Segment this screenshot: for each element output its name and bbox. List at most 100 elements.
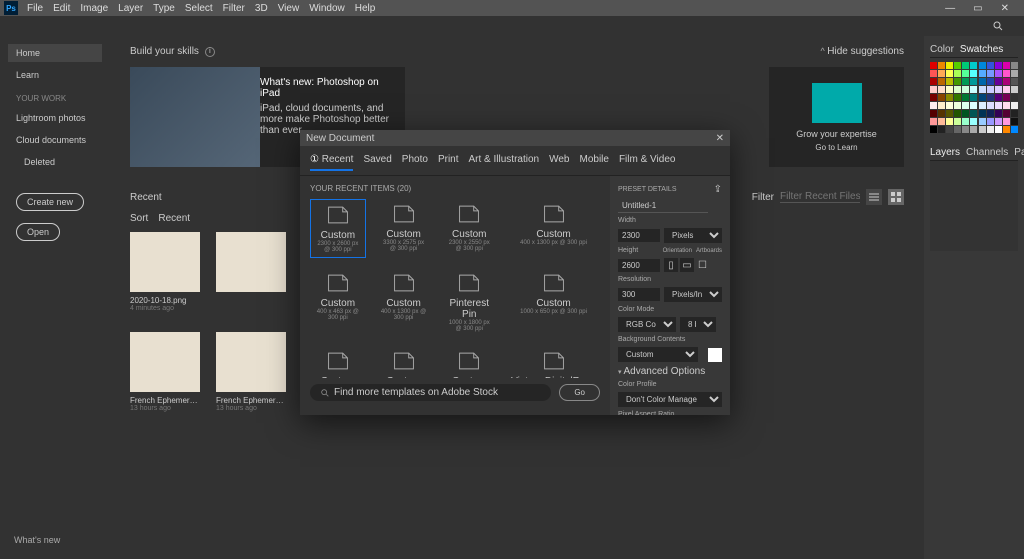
res-input[interactable] [618, 288, 660, 301]
tab-art[interactable]: Art & Illustration [469, 150, 540, 171]
swatch[interactable] [995, 62, 1002, 69]
layers-tab[interactable]: Layers [930, 147, 960, 158]
recent-thumb[interactable]: 2020-10-18.png4 minutes ago [130, 232, 200, 312]
swatch[interactable] [1011, 70, 1018, 77]
tab-photo[interactable]: Photo [402, 150, 428, 171]
swatch[interactable] [1011, 118, 1018, 125]
swatch[interactable] [962, 86, 969, 93]
save-preset-icon[interactable]: ⇪ [714, 184, 722, 195]
swatch[interactable] [970, 78, 977, 85]
swatches-tab[interactable]: Swatches [960, 44, 1003, 55]
artboards-check[interactable]: ☐ [698, 260, 707, 271]
swatch[interactable] [995, 78, 1002, 85]
orient-portrait[interactable]: ▯ [664, 258, 678, 272]
swatch[interactable] [930, 78, 937, 85]
swatch[interactable] [930, 86, 937, 93]
swatch[interactable] [995, 70, 1002, 77]
swatch[interactable] [938, 94, 945, 101]
create-new-button[interactable]: Create new [16, 193, 84, 211]
color-tab[interactable]: Color [930, 44, 954, 55]
swatch[interactable] [979, 110, 986, 117]
swatch[interactable] [962, 78, 969, 85]
hide-suggestions-toggle[interactable]: ^ Hide suggestions [821, 46, 904, 57]
swatch[interactable] [970, 110, 977, 117]
swatch[interactable] [979, 78, 986, 85]
menu-layer[interactable]: Layer [113, 3, 148, 14]
swatch[interactable] [1003, 126, 1010, 133]
menu-view[interactable]: View [273, 3, 305, 14]
swatch[interactable] [954, 62, 961, 69]
swatch[interactable] [970, 102, 977, 109]
swatch[interactable] [979, 126, 986, 133]
swatch[interactable] [979, 118, 986, 125]
orient-landscape[interactable]: ▭ [680, 258, 694, 272]
menu-image[interactable]: Image [75, 3, 113, 14]
menu-type[interactable]: Type [148, 3, 180, 14]
menu-file[interactable]: File [22, 3, 48, 14]
swatch[interactable] [930, 62, 937, 69]
swatch[interactable] [930, 70, 937, 77]
nav-cloud[interactable]: Cloud documents [8, 131, 102, 149]
swatch[interactable] [954, 78, 961, 85]
swatch[interactable] [995, 110, 1002, 117]
close-icon[interactable]: ✕ [996, 3, 1014, 14]
minimize-icon[interactable]: — [940, 3, 960, 14]
bit-depth-select[interactable]: 8 bit [680, 317, 716, 332]
swatch[interactable] [1011, 126, 1018, 133]
color-mode-select[interactable]: RGB Color [618, 317, 676, 332]
preset-item[interactable]: Custom400 x 1300 px @ 300 ppi [507, 199, 600, 258]
menu-window[interactable]: Window [304, 3, 350, 14]
swatch[interactable] [970, 94, 977, 101]
list-view-button[interactable] [866, 189, 882, 205]
swatch[interactable] [970, 86, 977, 93]
swatch[interactable] [946, 110, 953, 117]
swatch[interactable] [995, 126, 1002, 133]
swatch[interactable] [995, 94, 1002, 101]
swatch[interactable] [1011, 78, 1018, 85]
tab-mobile[interactable]: Mobile [579, 150, 608, 171]
swatch[interactable] [946, 78, 953, 85]
swatch[interactable] [987, 70, 994, 77]
tab-print[interactable]: Print [438, 150, 459, 171]
swatch[interactable] [930, 118, 937, 125]
swatch[interactable] [979, 86, 986, 93]
swatch[interactable] [954, 126, 961, 133]
swatch[interactable] [946, 70, 953, 77]
swatch[interactable] [954, 102, 961, 109]
open-button[interactable]: Open [16, 223, 60, 241]
swatch[interactable] [930, 110, 937, 117]
modal-close-icon[interactable]: ✕ [716, 133, 724, 144]
recent-thumb[interactable]: French Ephemera Journal Tag 1...13 hours… [130, 332, 200, 412]
swatch[interactable] [938, 102, 945, 109]
swatch[interactable] [1011, 86, 1018, 93]
swatch[interactable] [962, 102, 969, 109]
swatch[interactable] [987, 94, 994, 101]
preset-item[interactable]: VintageDigitalRose 2000x1... [507, 346, 600, 378]
swatch[interactable] [954, 94, 961, 101]
swatch[interactable] [938, 126, 945, 133]
tab-recent[interactable]: ① Recent [310, 150, 353, 171]
menu-edit[interactable]: Edit [48, 3, 75, 14]
preset-item[interactable]: Custom2300 x 2550 px @ 300 ppi [441, 199, 497, 258]
preset-item[interactable]: Custom [441, 346, 497, 378]
sort-value[interactable]: Recent [158, 213, 190, 224]
search-icon[interactable] [992, 20, 1004, 32]
stock-search-field[interactable]: Find more templates on Adobe Stock [310, 384, 551, 401]
go-button[interactable]: Go [559, 384, 600, 401]
nav-home[interactable]: Home [8, 44, 102, 62]
swatch[interactable] [946, 102, 953, 109]
width-input[interactable] [618, 229, 660, 242]
swatch[interactable] [946, 94, 953, 101]
swatch[interactable] [987, 126, 994, 133]
preset-item[interactable]: Custom [310, 346, 366, 378]
preset-item[interactable]: Pinterest Pin1000 x 1800 px @ 300 ppi [441, 268, 497, 336]
swatch[interactable] [1003, 62, 1010, 69]
swatch[interactable] [995, 86, 1002, 93]
swatch[interactable] [987, 118, 994, 125]
swatch[interactable] [979, 102, 986, 109]
swatch[interactable] [1011, 94, 1018, 101]
swatch[interactable] [962, 126, 969, 133]
swatch[interactable] [962, 94, 969, 101]
swatch[interactable] [954, 70, 961, 77]
swatch[interactable] [954, 110, 961, 117]
